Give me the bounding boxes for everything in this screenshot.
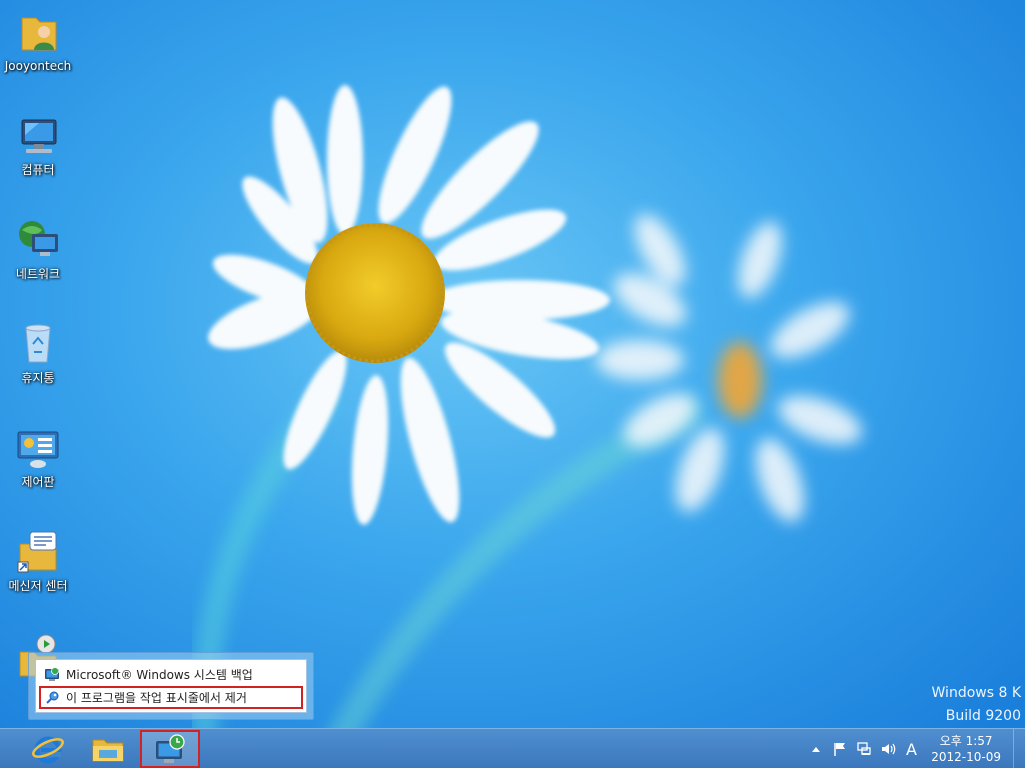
user-folder-icon [21, 17, 57, 51]
desktop-icon-network[interactable]: 네트워크 [2, 212, 74, 294]
windows-build-watermark: Windows 8 K Build 9200 [932, 682, 1021, 728]
taskbar-button-windows-backup[interactable] [140, 730, 200, 768]
jump-list-item-unpin[interactable]: 이 프로그램을 작업 표시줄에서 제거 [39, 686, 303, 709]
desktop-icon-recycle-bin[interactable]: 휴지통 [2, 316, 74, 398]
taskbar: A 오후 1:57 2012-10-09 [0, 728, 1025, 768]
jump-list-item-open-backup[interactable]: Microsoft® Windows 시스템 백업 [39, 663, 303, 686]
volume-icon[interactable] [880, 741, 896, 757]
desktop-icon-label: 제어판 [21, 475, 55, 489]
taskbar-jump-list: Microsoft® Windows 시스템 백업 이 프로그램을 작업 표시줄… [28, 652, 314, 720]
computer-icon [21, 119, 57, 153]
network-icon [19, 221, 58, 256]
clock-time: 오후 1:57 [939, 734, 993, 748]
desktop-icon-label: Jooyontech [4, 59, 72, 73]
recycle-bin-icon [25, 324, 51, 363]
taskbar-button-file-explorer[interactable] [78, 730, 138, 768]
unpin-icon [46, 691, 59, 704]
jump-list-item-label: Microsoft® Windows 시스템 백업 [66, 668, 253, 682]
ie-icon [32, 736, 64, 764]
jump-list-item-label: 이 프로그램을 작업 표시줄에서 제거 [66, 691, 247, 705]
clock-date: 2012-10-09 [931, 750, 1001, 764]
desktop-icon-label: 네트워크 [15, 267, 61, 281]
control-panel-icon [17, 431, 59, 468]
watermark-edition: Windows 8 K [931, 685, 1021, 701]
desktop-icon-control-panel[interactable]: 제어판 [2, 420, 74, 502]
file-explorer-icon [92, 739, 124, 762]
action-center-flag-icon[interactable] [832, 741, 848, 757]
backup-app-icon [45, 666, 59, 681]
taskbar-button-internet-explorer[interactable] [18, 730, 78, 768]
desktop-icon-user-folder[interactable]: Jooyontech [2, 4, 74, 86]
system-tray: A [804, 729, 923, 768]
messenger-folder-icon [17, 531, 57, 573]
desktop-icon-computer[interactable]: 컴퓨터 [2, 108, 74, 190]
taskbar-clock[interactable]: 오후 1:57 2012-10-09 [931, 733, 1001, 765]
watermark-build: Build 9200 [945, 708, 1021, 724]
desktop-icon-messenger-center[interactable]: 메신저 센터 [2, 524, 74, 606]
desktop-icon-label: 메신저 센터 [8, 579, 68, 593]
network-status-icon[interactable] [856, 741, 872, 757]
ime-mode-indicator[interactable]: A [906, 740, 917, 759]
desktop-icon-label: 휴지통 [21, 371, 55, 385]
desktop-icon-label: 컴퓨터 [21, 163, 55, 177]
backup-app-icon [156, 734, 185, 763]
chevron-up-icon[interactable] [808, 741, 824, 757]
show-desktop-button[interactable] [1013, 729, 1025, 768]
jump-list-panel: Microsoft® Windows 시스템 백업 이 프로그램을 작업 표시줄… [35, 659, 307, 713]
